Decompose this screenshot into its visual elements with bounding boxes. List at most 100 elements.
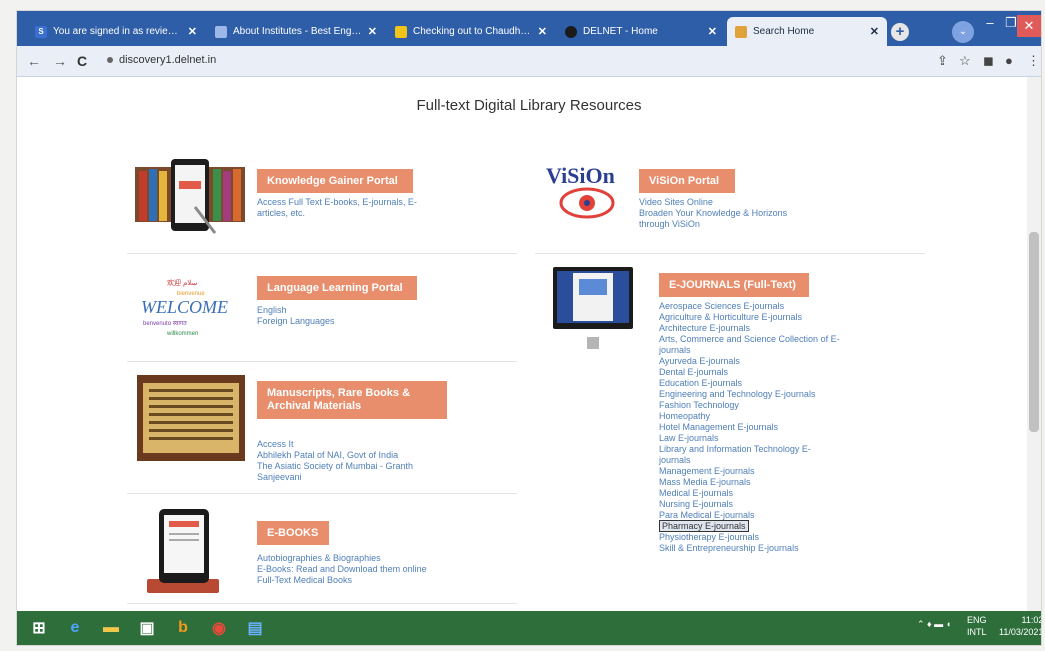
manuscripts-links: Access It Abhilekh Patal of NAI, Govt of… <box>257 439 413 483</box>
tab-title: Checking out to Chaudhari S... <box>413 26 532 37</box>
ejournal-item[interactable]: Dental E-journals <box>659 367 840 378</box>
language-links: English Foreign Languages <box>257 305 335 327</box>
close-tab-icon[interactable]: ✕ <box>538 25 547 38</box>
tab-about-institutes[interactable]: About Institutes - Best Engineering ✕ <box>207 17 385 46</box>
vision-description: Video Sites Online Broaden Your Knowledg… <box>639 197 787 230</box>
page-scrollbar[interactable] <box>1027 77 1041 611</box>
extensions-icon[interactable]: ◼ <box>983 53 994 69</box>
tab-title: You are signed in as reviewer <box>53 26 182 37</box>
ejournals-image[interactable] <box>553 267 633 353</box>
ejournal-item[interactable]: Management E-journals <box>659 466 840 477</box>
store-icon[interactable]: ▣ <box>133 615 161 641</box>
knowledge-gainer-line: Access Full Text E-books, E-journals, E- <box>257 197 417 207</box>
close-tab-icon[interactable]: ✕ <box>368 25 377 38</box>
ejournals-list: Aerospace Sciences E-journals Agricultur… <box>659 301 840 554</box>
vision-logo[interactable]: ViSiOn <box>542 157 637 227</box>
tray-icons[interactable]: ⌃ ♦ ▬ ◖ <box>917 619 951 630</box>
language-link-foreign[interactable]: Foreign Languages <box>257 316 335 327</box>
manuscripts-image[interactable] <box>137 375 245 461</box>
tab-search-dropdown-icon[interactable]: ⌄ <box>952 21 974 43</box>
ejournal-item[interactable]: journals <box>659 455 840 466</box>
tab-checking-out[interactable]: Checking out to Chaudhari S... ✕ <box>387 17 555 46</box>
new-tab-button[interactable]: + <box>891 23 909 41</box>
tab-title: About Institutes - Best Engineering <box>233 26 362 37</box>
ejournal-item[interactable]: Education E-journals <box>659 378 840 389</box>
ebooks-link[interactable]: E-BOOKS <box>257 521 329 545</box>
scrollbar-thumb[interactable] <box>1029 232 1039 432</box>
file-explorer-icon[interactable]: ▬ <box>97 615 125 641</box>
ejournal-item[interactable]: Nursing E-journals <box>659 499 840 510</box>
ejournals-link[interactable]: E-JOURNALS (Full-Text) <box>659 273 809 297</box>
forward-arrow-icon[interactable]: → <box>53 53 67 69</box>
region-code: INTL <box>967 627 987 637</box>
language-indicator[interactable]: ENG INTL <box>967 614 987 638</box>
language-learning-portal-link[interactable]: Language Learning Portal <box>257 276 417 300</box>
ejournal-item[interactable]: Physiotherapy E-journals <box>659 532 840 543</box>
profile-icon[interactable]: ● <box>1005 53 1013 68</box>
manuscripts-line[interactable]: The Asiatic Society of Mumbai - Granth <box>257 461 413 472</box>
ejournal-item[interactable]: Ayurveda E-journals <box>659 356 840 367</box>
ejournal-item[interactable]: Library and Information Technology E- <box>659 444 840 455</box>
ebooks-line[interactable]: E-Books: Read and Download them online <box>257 564 427 575</box>
back-arrow-icon[interactable]: ← <box>27 53 41 69</box>
ebooks-line[interactable]: Full-Text Medical Books <box>257 575 427 586</box>
language-learning-image[interactable]: 欢迎 سلام bienvenue WELCOME benvenuto स्वा… <box>137 273 237 343</box>
ejournal-item[interactable]: Law E-journals <box>659 433 840 444</box>
manuscripts-line[interactable]: Sanjeevani <box>257 472 413 483</box>
address-bar: ← → C discovery1.delnet.in ⇪ ☆ ◼ ● ⋮ <box>17 46 1041 77</box>
ejournal-item[interactable]: Homeopathy <box>659 411 840 422</box>
manuscripts-link[interactable]: Manuscripts, Rare Books & Archival Mater… <box>257 381 447 419</box>
tab-search-home[interactable]: Search Home ✕ <box>727 17 887 46</box>
ejournal-item[interactable]: Engineering and Technology E-journals <box>659 389 840 400</box>
tab-favicon-icon: S <box>35 25 47 38</box>
knowledge-gainer-description: Access Full Text E-books, E-journals, E-… <box>257 197 417 219</box>
menu-kebab-icon[interactable]: ⋮ <box>1027 53 1040 69</box>
manuscripts-line[interactable]: Abhilekh Patal of NAI, Govt of India <box>257 450 413 461</box>
knowledge-gainer-portal-link[interactable]: Knowledge Gainer Portal <box>257 169 413 193</box>
ejournal-item[interactable]: journals <box>659 345 840 356</box>
ejournal-item[interactable]: Architecture E-journals <box>659 323 840 334</box>
ejournal-item[interactable]: Agriculture & Horticulture E-journals <box>659 312 840 323</box>
ejournal-item[interactable]: Skill & Entrepreneurship E-journals <box>659 543 840 554</box>
ejournal-item[interactable]: Aerospace Sciences E-journals <box>659 301 840 312</box>
ejournal-item[interactable]: Mass Media E-journals <box>659 477 840 488</box>
notepad-icon[interactable]: ▤ <box>241 615 269 641</box>
chrome-icon[interactable]: ◉ <box>205 615 233 641</box>
vision-portal-link[interactable]: ViSiOn Portal <box>639 169 735 193</box>
clock[interactable]: 11:02 11/03/2021 <box>999 614 1042 638</box>
url-input[interactable]: discovery1.delnet.in <box>119 54 216 66</box>
close-tab-icon[interactable]: ✕ <box>870 25 879 38</box>
page-content: Full-text Digital Library Resources Know… <box>17 77 1041 611</box>
manuscripts-line[interactable]: Access It <box>257 439 413 450</box>
edge-icon[interactable]: e <box>61 615 89 641</box>
start-icon[interactable]: ⊞ <box>25 615 53 641</box>
knowledge-gainer-image[interactable] <box>135 157 245 235</box>
tab-favicon-icon <box>565 25 577 38</box>
close-tab-icon[interactable]: ✕ <box>188 25 197 38</box>
ejournal-item[interactable]: Fashion Technology <box>659 400 840 411</box>
language-link-english[interactable]: English <box>257 305 335 316</box>
ebooks-line[interactable]: Autobiographies & Biographies <box>257 553 427 564</box>
share-icon[interactable]: ⇪ <box>937 53 948 69</box>
minimize-button[interactable]: – <box>979 15 1001 30</box>
ejournal-item[interactable]: Hotel Management E-journals <box>659 422 840 433</box>
close-window-button[interactable]: ✕ <box>1017 15 1041 37</box>
tab-signed-in[interactable]: S You are signed in as reviewer ✕ <box>27 17 205 46</box>
ejournal-item[interactable]: Arts, Commerce and Science Collection of… <box>659 334 840 345</box>
clock-time: 11:02 <box>1021 615 1042 625</box>
svg-text:willkommen: willkommen <box>166 331 198 337</box>
taskbar: ⊞ e ▬ ▣ b ◉ ▤ ⌃ ♦ ▬ ◖ ENG INTL 11:02 11/… <box>17 611 1041 645</box>
reload-icon[interactable]: C <box>77 53 87 69</box>
bookmark-star-icon[interactable]: ☆ <box>959 53 971 69</box>
close-tab-icon[interactable]: ✕ <box>708 25 717 38</box>
svg-text:benvenuto स्वागत: benvenuto स्वागत <box>143 321 187 327</box>
svg-text:欢迎 سلام: 欢迎 سلام <box>167 278 197 287</box>
bing-icon[interactable]: b <box>169 615 197 641</box>
ebooks-image[interactable] <box>145 509 225 599</box>
ejournal-item[interactable]: Medical E-journals <box>659 488 840 499</box>
tab-favicon-icon <box>395 25 407 38</box>
svg-text:WELCOME: WELCOME <box>141 297 228 317</box>
tab-delnet-home[interactable]: DELNET - Home ✕ <box>557 17 725 46</box>
site-info-icon[interactable] <box>107 57 113 63</box>
ejournal-item-pharmacy-highlighted[interactable]: Pharmacy E-journals <box>659 520 749 532</box>
